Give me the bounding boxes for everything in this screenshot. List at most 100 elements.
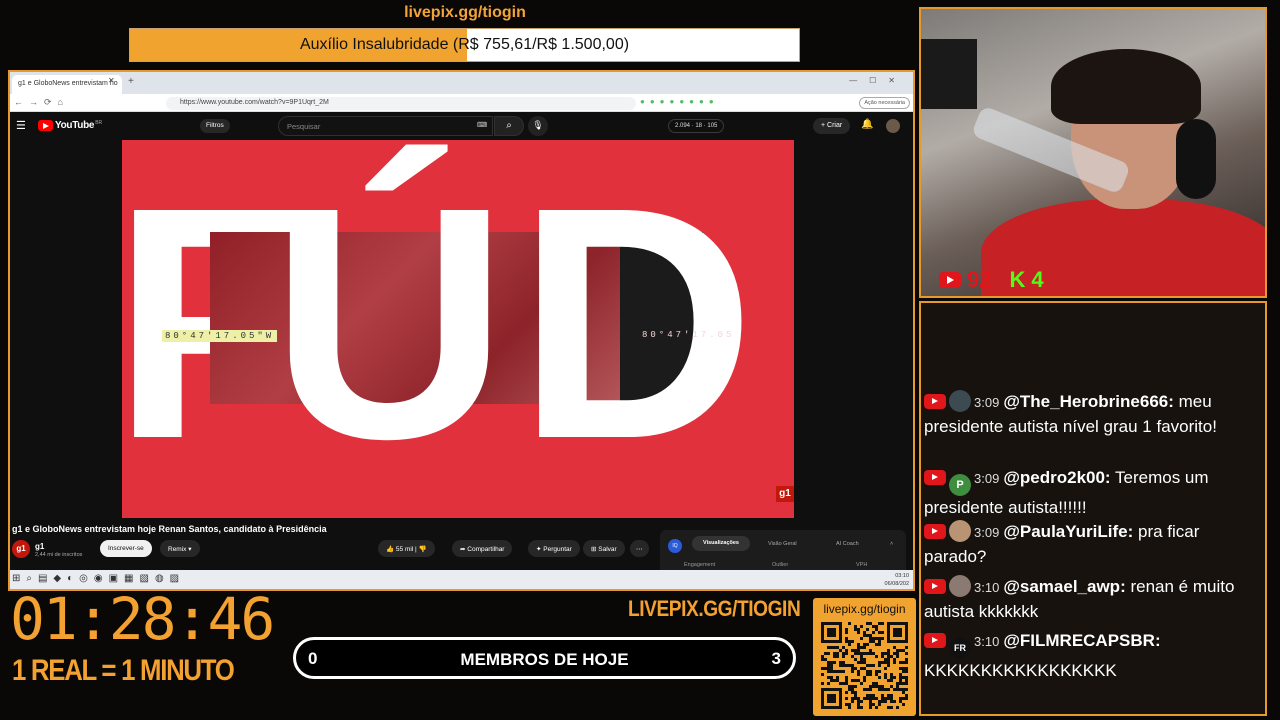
qr-module	[857, 706, 860, 709]
remix-button[interactable]: Remix ▾	[160, 540, 200, 557]
notifications-bell-icon[interactable]: 🔔	[861, 119, 873, 130]
save-button[interactable]: ⊞ Salvar	[583, 540, 625, 557]
tab-visao-geral[interactable]: Visão Geral	[768, 541, 797, 547]
qr-module	[866, 643, 869, 646]
ask-button[interactable]: ✦ Perguntar	[528, 540, 580, 557]
thumbs-up-icon: 👍	[386, 546, 395, 553]
qr-module	[824, 667, 827, 670]
qr-module	[821, 703, 824, 706]
qr-module	[833, 679, 836, 682]
qr-module	[890, 700, 893, 703]
qr-module	[899, 679, 902, 682]
qr-module	[833, 694, 836, 697]
like-button[interactable]: 👍 55 mil | 👎	[378, 540, 435, 557]
qr-module	[902, 667, 905, 670]
subscribe-button[interactable]: Inscrever-se	[100, 540, 152, 557]
qr-module	[869, 637, 872, 640]
keyboard-icon[interactable]: ⌨	[477, 121, 487, 129]
qr-module	[887, 628, 890, 631]
qr-module	[887, 634, 890, 637]
qr-module	[830, 631, 833, 634]
share-button[interactable]: ➦ Compartilhar	[452, 540, 513, 557]
youtube-logo[interactable]: YouTube BR	[38, 120, 102, 131]
qr-module	[890, 697, 893, 700]
qr-module	[887, 640, 890, 643]
channel-name[interactable]: g1	[35, 542, 44, 551]
qr-module	[827, 631, 830, 634]
more-actions-button[interactable]: ⋯	[630, 540, 649, 557]
streamer-hair	[1051, 49, 1201, 124]
filters-button[interactable]: Filtros	[200, 119, 230, 133]
navigation-icons[interactable]: ←→⟳⌂	[14, 97, 69, 108]
qr-module	[839, 700, 842, 703]
youtube-play-icon	[38, 120, 53, 131]
youtube-icon	[924, 579, 946, 594]
chat-text: KKKKKKKKKKKKKKKKK	[924, 661, 1117, 680]
livepix-qr-panel: livepix.gg/tiogin	[813, 598, 916, 716]
qr-module	[854, 697, 857, 700]
create-button[interactable]: + Criar	[813, 118, 851, 134]
analytics-logo: IQ	[668, 539, 682, 553]
qr-module	[869, 652, 872, 655]
qr-module	[893, 658, 896, 661]
qr-module	[830, 700, 833, 703]
qr-module	[902, 676, 905, 679]
collapse-icon[interactable]: ˄	[890, 541, 893, 547]
chat-message: P 3:09 @pedro2k00: Teremos um presidente a…	[924, 466, 1262, 520]
qr-module	[902, 661, 905, 664]
extension-icons[interactable]: ●●●●●●●●	[640, 97, 719, 106]
qr-module	[839, 622, 842, 625]
share-label: Compartilhar	[467, 546, 505, 553]
menu-icon[interactable]: ☰	[16, 119, 26, 132]
url-input[interactable]: https://www.youtube.com/watch?v=9P1Uqrt_…	[166, 97, 636, 110]
close-tab-icon[interactable]: ✕	[108, 76, 115, 85]
taskbar-app-icons[interactable]: ⊞⌕▤◆◐◎◉▣▦▧◍▨	[12, 573, 185, 584]
qr-module	[905, 640, 908, 643]
qr-module	[872, 664, 875, 667]
tab-visualizacoes[interactable]: Visualizações	[692, 536, 750, 551]
qr-module	[878, 685, 881, 688]
qr-module	[830, 688, 833, 691]
qr-module	[851, 685, 854, 688]
qr-module	[851, 700, 854, 703]
qr-module	[905, 676, 908, 679]
browser-tab[interactable]: g1 e GloboNews entrevistam ho	[12, 75, 122, 94]
youtube-icon	[924, 633, 946, 648]
qr-module	[839, 637, 842, 640]
extension-stats[interactable]: 2.094 · 18 · 105	[668, 119, 725, 133]
qr-module	[887, 706, 890, 709]
search-button[interactable]: ⌕	[494, 116, 524, 136]
qr-module	[902, 640, 905, 643]
goal-progress-bar: Auxílio Insalubridade (R$ 755,61/R$ 1.50…	[129, 28, 800, 62]
qr-module	[890, 655, 893, 658]
tab-ai-coach[interactable]: AI Coach	[836, 541, 859, 547]
qr-module	[869, 640, 872, 643]
video-player[interactable]: F Ú D 80°47'17.05"W 80°47'17.05	[122, 140, 794, 518]
qr-module	[863, 652, 866, 655]
qr-module	[848, 706, 851, 709]
qr-module	[905, 661, 908, 664]
new-tab-icon[interactable]: +	[128, 76, 134, 87]
qr-module	[821, 622, 824, 625]
qr-module	[845, 691, 848, 694]
qr-module	[854, 652, 857, 655]
qr-module	[833, 670, 836, 673]
chat-avatar: FR	[949, 637, 971, 659]
qr-module	[887, 661, 890, 664]
account-avatar[interactable]	[886, 119, 900, 133]
qr-module	[827, 661, 830, 664]
qr-module	[863, 643, 866, 646]
qr-module	[860, 646, 863, 649]
microphone-button[interactable]: 🎙	[528, 116, 548, 136]
qr-module	[869, 622, 872, 625]
search-input[interactable]: Pesquisar	[278, 116, 493, 136]
channel-avatar[interactable]: g1	[12, 540, 30, 558]
qr-module	[866, 652, 869, 655]
qr-module	[902, 649, 905, 652]
qr-module	[851, 649, 854, 652]
qr-module	[836, 688, 839, 691]
qr-module	[839, 703, 842, 706]
youtube-viewer-count: 92	[967, 267, 992, 292]
ai-action-button[interactable]: Ação necessária	[859, 97, 910, 109]
window-controls-icon[interactable]: —☐✕	[849, 76, 907, 85]
